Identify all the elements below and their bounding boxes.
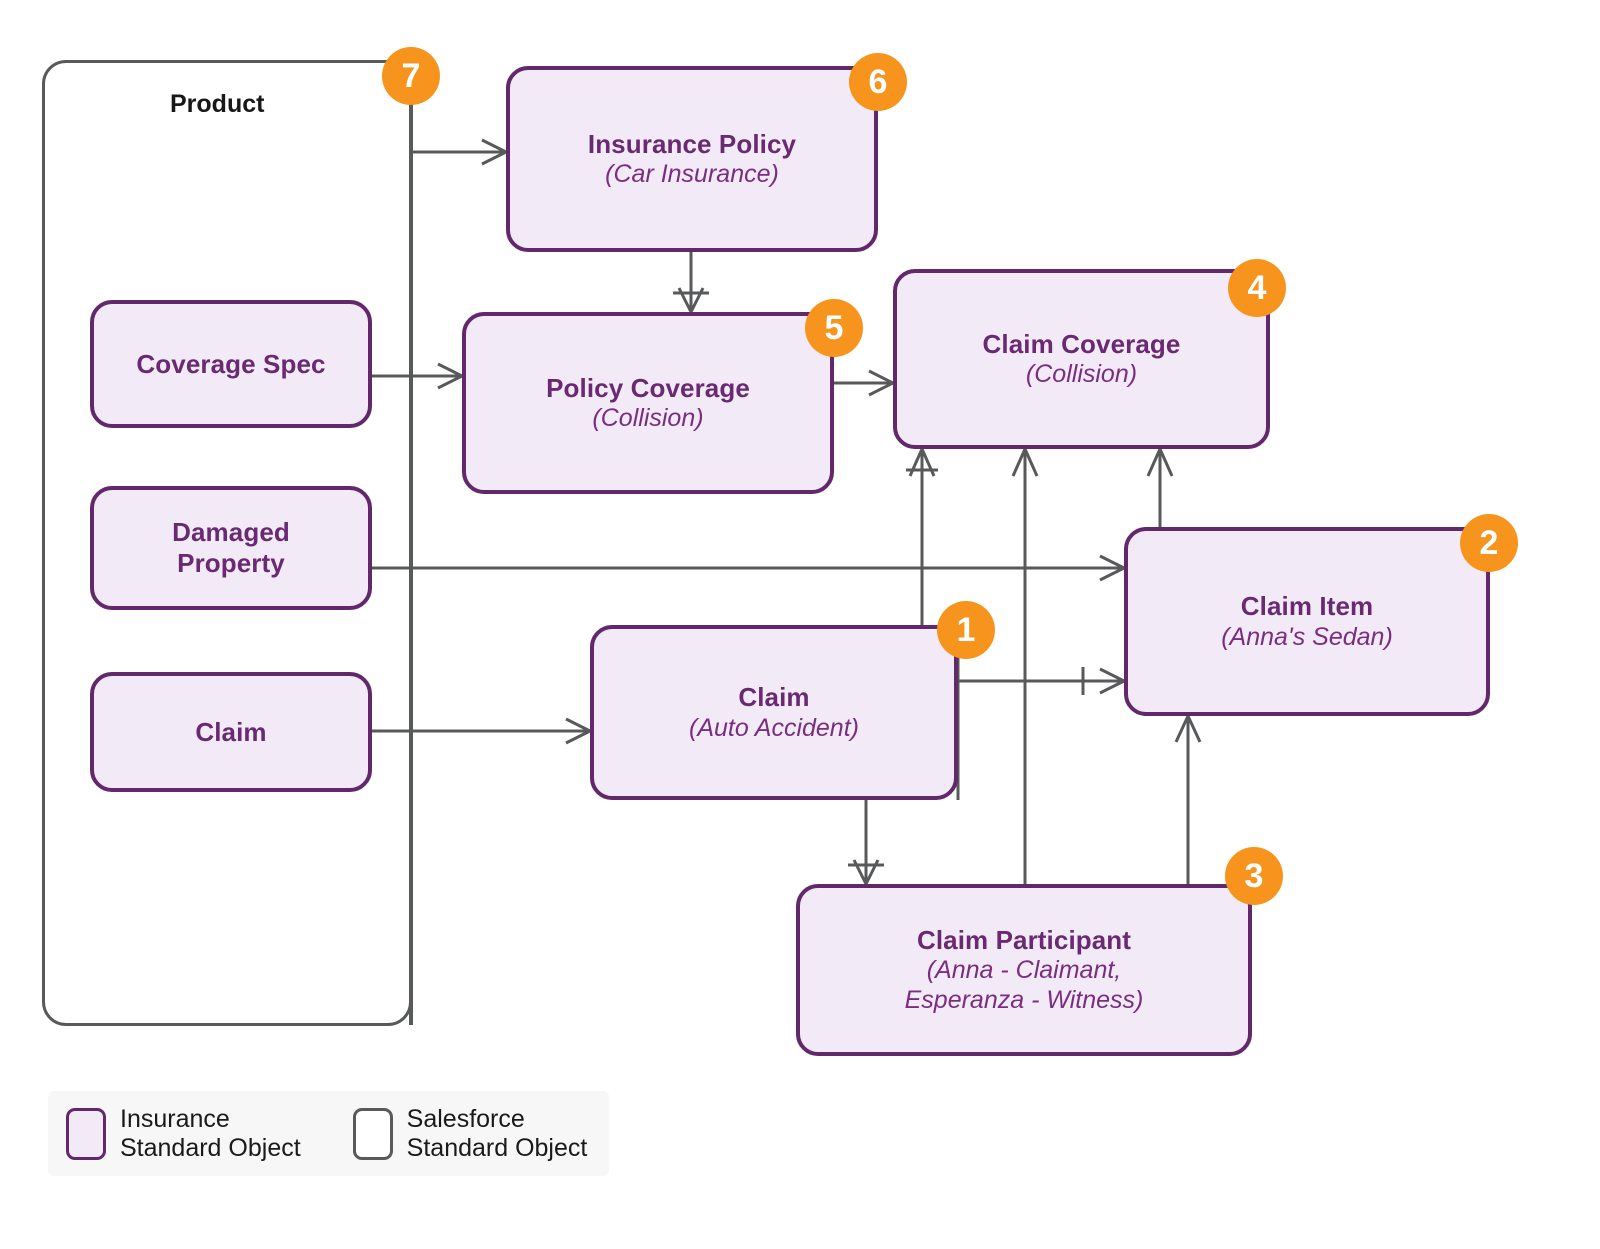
crowsfoot-claim-coverage-bottom-1	[906, 448, 938, 477]
diagram-canvas: Product Coverage Spec Damaged Property Cl…	[0, 0, 1600, 1249]
crowsfoot-policy-coverage-top	[673, 287, 709, 313]
node-claim-participant-title: Claim Participant	[916, 924, 1132, 955]
node-coverage-spec-title: Coverage Spec	[136, 348, 326, 379]
node-coverage-spec[interactable]: Coverage Spec	[90, 300, 372, 428]
node-damaged-property-title: Damaged Property	[172, 517, 290, 578]
legend-swatch-salesforce-icon	[352, 1107, 393, 1160]
node-claim[interactable]: Claim (Auto Accident)	[590, 625, 958, 800]
legend-item-insurance-standard-object: Insurance Standard Object	[66, 1105, 301, 1162]
node-claim-coverage-subtitle: (Collision)	[1025, 360, 1138, 389]
node-claim-item[interactable]: Claim Item (Anna's Sedan)	[1124, 527, 1490, 716]
crowsfoot-claim-item-bottom	[1174, 715, 1202, 743]
crowsfoot-claim-item-left-lower	[1081, 667, 1125, 695]
node-insurance-policy-title: Insurance Policy	[587, 128, 797, 159]
node-claim-item-title: Claim Item	[1240, 591, 1374, 622]
node-insurance-policy[interactable]: Insurance Policy (Car Insurance)	[506, 66, 878, 252]
node-claim-left[interactable]: Claim	[90, 672, 372, 792]
legend: Insurance Standard Object Salesforce Stand…	[48, 1091, 610, 1176]
badge-5[interactable]: 5	[805, 299, 863, 357]
badge-2[interactable]: 2	[1460, 514, 1518, 572]
badge-6[interactable]: 6	[849, 53, 907, 111]
node-claim-left-title: Claim	[195, 716, 267, 747]
crowsfoot-claim-coverage-left	[868, 369, 894, 397]
legend-item-salesforce-standard-object: Salesforce Standard Object	[352, 1105, 588, 1162]
product-group-label: Product	[170, 90, 265, 118]
node-claim-item-subtitle: (Anna's Sedan)	[1221, 622, 1393, 651]
node-claim-coverage-title: Claim Coverage	[982, 328, 1181, 359]
badge-7[interactable]: 7	[382, 47, 440, 105]
legend-label-insurance: Insurance Standard Object	[120, 1105, 301, 1162]
node-insurance-policy-subtitle: (Car Insurance)	[605, 160, 779, 189]
badge-3[interactable]: 3	[1225, 847, 1283, 905]
crowsfoot-claim-coverage-bottom-2	[1011, 448, 1039, 477]
crowsfoot-insurance-policy-left	[481, 138, 507, 166]
legend-swatch-insurance-icon	[66, 1107, 106, 1160]
legend-label-salesforce: Salesforce Standard Object	[406, 1105, 588, 1162]
crowsfoot-claim-coverage-bottom-3	[1146, 448, 1174, 477]
node-claim-participant[interactable]: Claim Participant (Anna - Claimant, Esper…	[796, 884, 1252, 1056]
crowsfoot-policy-coverage-left	[437, 362, 463, 390]
badge-1[interactable]: 1	[937, 601, 995, 659]
node-claim-coverage[interactable]: Claim Coverage (Collision)	[893, 269, 1270, 449]
node-policy-coverage[interactable]: Policy Coverage (Collision)	[462, 312, 834, 494]
crowsfoot-claim-item-left-upper	[1099, 554, 1125, 582]
node-damaged-property[interactable]: Damaged Property	[90, 486, 372, 610]
badge-4[interactable]: 4	[1228, 259, 1286, 317]
crowsfoot-claim-left	[565, 717, 591, 745]
node-policy-coverage-subtitle: (Collision)	[592, 404, 704, 433]
node-claim-title: Claim	[738, 682, 810, 713]
node-claim-participant-subtitle: (Anna - Claimant, Esperanza - Witness)	[904, 956, 1144, 1015]
crowsfoot-claim-participant-top	[848, 859, 884, 885]
node-claim-subtitle: (Auto Accident)	[689, 713, 859, 742]
node-policy-coverage-title: Policy Coverage	[546, 372, 750, 403]
